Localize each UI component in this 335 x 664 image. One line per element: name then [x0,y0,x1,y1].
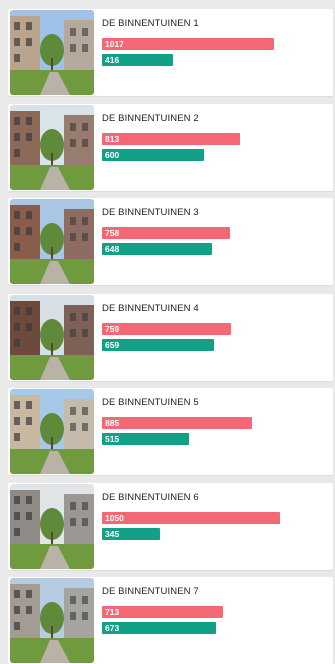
courtyard-title: DE BINNENTUINEN 2 [102,113,199,124]
green-value-label: 673 [105,623,120,633]
courtyard-card[interactable]: DE BINNENTUINEN 6 1050 345 [8,483,333,570]
courtyard-photo [10,10,94,95]
green-value-bar: 416 [102,54,173,66]
red-value-label: 885 [105,418,120,428]
courtyard-title: DE BINNENTUINEN 4 [102,303,199,314]
green-value-label: 515 [105,434,120,444]
green-value-bar: 600 [102,149,204,161]
courtyard-card[interactable]: DE BINNENTUINEN 3 758 648 [8,198,333,285]
courtyard-photo [10,389,94,474]
green-value-label: 648 [105,244,120,254]
red-value-bar: 1050 [102,512,280,524]
courtyard-title: DE BINNENTUINEN 6 [102,492,199,503]
red-value-bar: 713 [102,606,223,618]
courtyard-card[interactable]: DE BINNENTUINEN 7 713 673 [8,577,333,664]
red-value-label: 759 [105,324,120,334]
red-value-bar: 1017 [102,38,274,50]
courtyard-photo [10,578,94,663]
courtyard-title: DE BINNENTUINEN 5 [102,397,199,408]
green-value-label: 600 [105,150,120,160]
courtyard-title: DE BINNENTUINEN 3 [102,207,199,218]
courtyard-photo [10,105,94,190]
courtyard-photo [10,199,94,284]
green-value-label: 416 [105,55,120,65]
red-value-bar: 759 [102,323,231,335]
courtyard-photo [10,295,94,380]
courtyard-card[interactable]: DE BINNENTUINEN 2 813 600 [8,104,333,191]
courtyard-title: DE BINNENTUINEN 1 [102,18,199,29]
courtyard-list: DE BINNENTUINEN 1 1017 416 DE BINNENTUINEN… [0,0,335,664]
green-value-bar: 515 [102,433,189,445]
courtyard-card[interactable]: DE BINNENTUINEN 4 759 659 [8,294,333,381]
courtyard-photo [10,484,94,569]
red-value-label: 758 [105,228,120,238]
red-value-bar: 758 [102,227,230,239]
red-value-label: 1017 [105,39,124,49]
green-value-bar: 659 [102,339,214,351]
red-value-label: 713 [105,607,120,617]
green-value-bar: 345 [102,528,160,540]
courtyard-title: DE BINNENTUINEN 7 [102,586,199,597]
courtyard-card[interactable]: DE BINNENTUINEN 5 885 515 [8,388,333,475]
red-value-bar: 885 [102,417,252,429]
red-value-label: 1050 [105,513,124,523]
green-value-bar: 648 [102,243,212,255]
green-value-bar: 673 [102,622,216,634]
red-value-label: 813 [105,134,120,144]
red-value-bar: 813 [102,133,240,145]
green-value-label: 345 [105,529,120,539]
courtyard-card[interactable]: DE BINNENTUINEN 1 1017 416 [8,9,333,96]
green-value-label: 659 [105,340,120,350]
